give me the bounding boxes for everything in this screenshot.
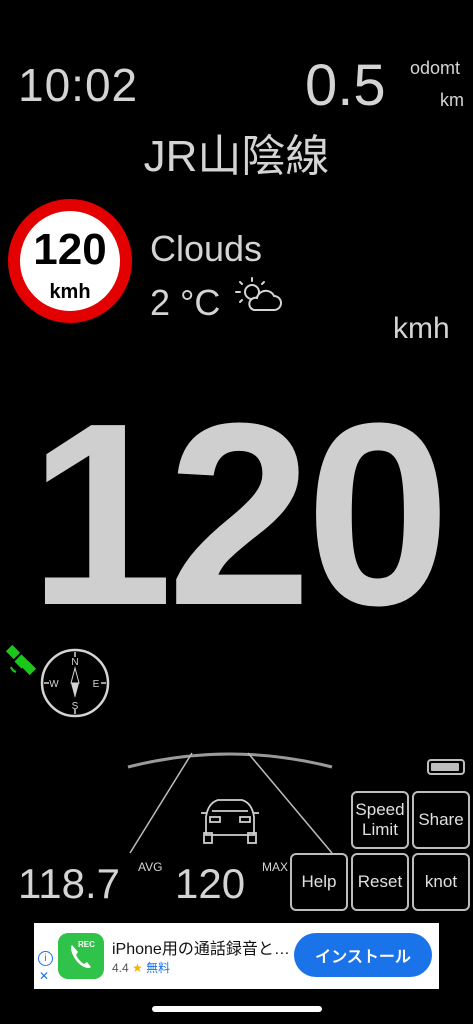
ad-title[interactable]: iPhone用の通話録音と… <box>112 935 290 959</box>
ad-price: 無料 <box>146 961 171 975</box>
current-speed: 120 <box>28 370 451 660</box>
battery-indicator <box>427 759 465 775</box>
clock-time: 10:02 <box>18 59 139 111</box>
speed-limit-button[interactable]: Speed Limit <box>351 791 409 849</box>
help-button[interactable]: Help <box>290 853 348 911</box>
weather-condition: Clouds <box>150 228 263 269</box>
ad-rating-row: 4.4 ★ 無料 <box>112 959 170 976</box>
app-icon[interactable]: REC <box>58 933 104 979</box>
railway-line-name: JR山陰線 <box>143 132 330 181</box>
compass-west: W <box>49 679 59 690</box>
max-speed-value: 120 <box>175 860 246 907</box>
battery-level <box>431 763 460 771</box>
speed-limit-value: 120 <box>33 225 107 274</box>
reset-button[interactable]: Reset <box>351 853 409 911</box>
compass-east: E <box>93 679 100 690</box>
odometer-unit: km <box>440 90 464 110</box>
average-speed-label: AVG <box>138 860 163 874</box>
average-speed-value: 118.7 <box>18 860 120 907</box>
compass-north: N <box>71 657 78 668</box>
share-button[interactable]: Share <box>412 791 470 849</box>
speed-limit-unit: kmh <box>49 281 91 303</box>
app-icon-badge: REC <box>78 940 95 949</box>
speed-unit-label: kmh <box>393 312 450 345</box>
knot-button[interactable]: knot <box>412 853 470 911</box>
compass-icon: N S E W <box>36 648 114 723</box>
ad-close-icon[interactable]: ✕ <box>39 969 49 983</box>
ad-rating: 4.4 <box>112 961 129 975</box>
speed-limit-button-line2: Limit <box>362 820 398 839</box>
max-speed-label: MAX <box>262 860 289 874</box>
satellite-icon <box>4 644 40 685</box>
speed-limit-sign[interactable]: 120 kmh <box>8 199 132 323</box>
compass-south: S <box>72 701 79 712</box>
odometer-value: 0.5 <box>305 53 386 118</box>
weather-temperature: 2 °C <box>150 282 221 323</box>
speed-limit-button-line1: Speed <box>355 800 405 820</box>
install-button[interactable]: インストール <box>294 933 432 977</box>
home-indicator[interactable] <box>152 1006 322 1012</box>
ad-info-icon[interactable]: i <box>38 951 53 966</box>
ad-banner[interactable]: i ✕ REC iPhone用の通話録音と… 4.4 ★ 無料 インストール <box>34 923 439 989</box>
odometer-label: odomt <box>410 58 461 78</box>
star-icon: ★ <box>132 961 143 975</box>
car-icon <box>201 799 259 844</box>
partly-cloudy-icon <box>234 276 282 321</box>
road-view <box>100 745 350 860</box>
